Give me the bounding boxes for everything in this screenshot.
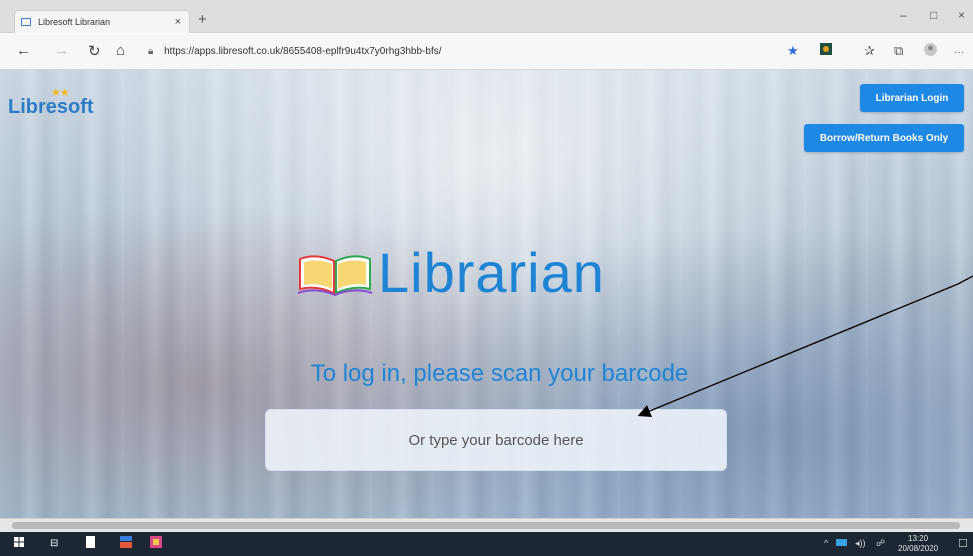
home-icon[interactable]: ⌂ — [116, 42, 125, 59]
libresoft-logo[interactable]: Libresoft ★★ — [8, 87, 94, 119]
url-text: https://apps.libresoft.co.uk/8655408-epl… — [164, 46, 442, 57]
tab-favicon-icon — [21, 18, 31, 26]
more-icon[interactable]: ··· — [954, 47, 964, 58]
new-tab-icon[interactable]: + — [198, 11, 207, 28]
lock-icon: 🔒︎ — [148, 46, 154, 57]
volume-icon[interactable]: ◂)) — [855, 538, 866, 549]
barcode-input[interactable] — [265, 409, 727, 471]
clock-date: 20/08/2020 — [898, 544, 939, 553]
browser-tab[interactable]: Libresoft Librarian × — [14, 10, 190, 33]
file-icon[interactable] — [86, 536, 95, 551]
maximize-icon[interactable]: □ — [930, 8, 937, 22]
url-field[interactable]: 🔒︎ https://apps.libresoft.co.uk/8655408-… — [148, 46, 442, 57]
profile-avatar-icon[interactable] — [924, 43, 937, 59]
scrollbar-thumb[interactable] — [12, 522, 960, 529]
login-instruction: To log in, please scan your barcode — [310, 360, 689, 387]
collections-icon[interactable]: ⧉ — [894, 43, 903, 59]
tab-title: Libresoft Librarian — [38, 17, 111, 27]
windows-taskbar: ⊟ ^ ◂)) ☍ 13:20 20/08/2020 ☐ — [0, 532, 973, 556]
app-icon[interactable] — [120, 536, 132, 551]
battery-icon[interactable] — [836, 538, 848, 548]
clock-time: 13:20 — [908, 534, 929, 543]
logo-stars-icon: ★★ — [51, 87, 70, 99]
horizontal-scrollbar[interactable] — [0, 518, 973, 532]
browser-tab-strip: Libresoft Librarian × + – □ × — [0, 0, 973, 33]
librarian-login-button[interactable]: Librarian Login — [860, 84, 964, 112]
system-clock[interactable]: 13:20 20/08/2020 — [898, 534, 938, 554]
favorite-star-icon[interactable]: ★ — [787, 43, 799, 59]
borrow-return-button[interactable]: Borrow/Return Books Only — [804, 124, 964, 152]
open-book-icon — [296, 249, 374, 297]
task-view-icon[interactable]: ⊟ — [50, 538, 58, 549]
start-icon[interactable] — [14, 536, 24, 550]
notification-icon[interactable]: ☐ — [958, 537, 968, 550]
extension-icon[interactable] — [820, 43, 832, 58]
forward-icon[interactable]: → — [54, 42, 69, 59]
page-content: Libresoft ★★ Librarian Login Borrow/Retu… — [0, 70, 973, 518]
page-title: Librarian — [378, 241, 605, 304]
refresh-icon[interactable]: ↻ — [88, 42, 101, 60]
tab-close-icon[interactable]: × — [175, 16, 181, 28]
logo-text: Libresoft — [8, 96, 94, 118]
tray-chevron-icon[interactable]: ^ — [824, 538, 828, 548]
back-icon[interactable]: ← — [16, 42, 31, 59]
hero-title-block: Librarian — [296, 240, 605, 305]
favorites-icon[interactable]: ✰ — [864, 43, 875, 59]
window-close-icon[interactable]: × — [958, 8, 965, 22]
minimize-icon[interactable]: – — [900, 8, 907, 22]
address-bar: ← → ↻ ⌂ 🔒︎ https://apps.libresoft.co.uk/… — [0, 34, 973, 70]
network-icon[interactable]: ☍ — [876, 538, 885, 549]
photos-icon[interactable] — [150, 536, 162, 551]
